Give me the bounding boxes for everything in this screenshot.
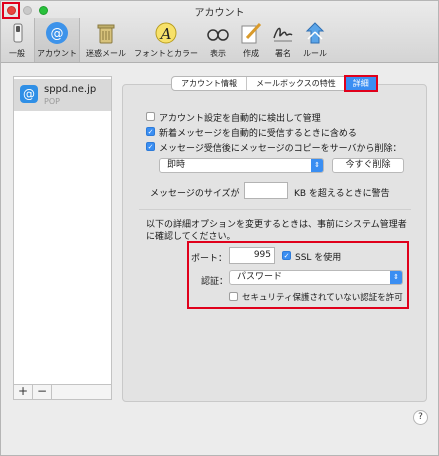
use-ssl-label: SSL を使用 [295,253,342,263]
toolbar-rules[interactable]: ルール [301,18,329,62]
chevron-updown-icon: ⇕ [311,159,323,172]
size-warning-suffix: KB を超えるときに警告 [294,189,390,199]
toolbar-viewing[interactable]: 表示 [205,18,231,62]
authentication-value: パスワード [237,272,283,282]
delete-now-button[interactable]: 今すぐ削除 [332,158,404,173]
rules-arrows-icon [302,20,328,46]
pencil-paper-icon [238,20,264,46]
toolbar-signatures[interactable]: 署名 [270,18,296,62]
account-tabs: アカウント情報 メールボックスの特性 詳細 [171,75,378,92]
glasses-icon [205,20,231,46]
account-type: POP [44,97,60,106]
toolbar-composing-label: 作成 [243,49,259,58]
accounts-preferences-window: アカウント 一般 @ アカウント 迷惑メール A フォントとカラー 表示 作成 … [0,0,439,456]
account-list-footer: + − [13,384,112,400]
toolbar-junk[interactable]: 迷惑メール [84,18,128,62]
toolbar-accounts[interactable]: @ アカウント [34,18,80,62]
svg-text:@: @ [51,27,64,42]
size-limit-input[interactable] [244,182,288,199]
toolbar-fonts-colors[interactable]: A フォントとカラー [130,18,202,62]
svg-text:A: A [159,25,172,43]
tab-mailbox-behaviors[interactable]: メールボックスの特性 [247,77,346,90]
delete-timing-value: 即時 [167,160,186,170]
advanced-note: 以下の詳細オプションを変更するときは、事前にシステム管理者に確認してください。 [146,220,407,242]
toolbar-general-label: 一般 [9,49,25,58]
port-input[interactable]: 995 [229,247,275,264]
at-sign-icon: @ [20,85,38,103]
authentication-label: 認証： [201,277,229,287]
signature-icon [270,20,296,46]
trash-can-icon [93,20,119,46]
toolbar-fonts-colors-label: フォントとカラー [134,49,198,58]
account-name: sppd.ne.jp [44,84,97,95]
toolbar-rules-label: ルール [303,49,327,58]
window-title: アカウント [194,8,245,19]
auto-detect-checkbox[interactable] [146,112,155,121]
toolbar-viewing-label: 表示 [210,49,226,58]
title-bar: アカウント 一般 @ アカウント 迷惑メール A フォントとカラー 表示 作成 … [1,1,438,63]
auto-detect-label: アカウント設定を自動的に検出して管理 [159,114,321,124]
size-warning-prefix: メッセージのサイズが [150,189,240,199]
use-ssl-checkbox[interactable]: ✓ [282,251,291,260]
account-list-item[interactable]: @ sppd.ne.jp POP [14,79,111,111]
account-list[interactable]: @ sppd.ne.jp POP [13,76,112,400]
toolbar-composing[interactable]: 作成 [238,18,264,62]
tab-account-info[interactable]: アカウント情報 [172,77,247,90]
add-account-button[interactable]: + [14,385,33,399]
toolbar-accounts-label: アカウント [37,49,77,58]
toolbar-general[interactable]: 一般 [5,18,29,62]
allow-insecure-auth-label: セキュリティ保護されていない認証を許可 [242,293,403,303]
chevron-updown-icon: ⇕ [390,271,402,284]
delete-copy-checkbox[interactable]: ✓ [146,142,155,151]
at-sign-icon: @ [44,20,70,46]
authentication-select[interactable]: パスワード ⇕ [229,270,403,285]
switch-icon [5,20,31,46]
allow-insecure-auth-checkbox[interactable] [229,292,238,301]
include-auto-receive-label: 新着メッセージを自動的に受信するときに含める [159,129,357,139]
help-button[interactable]: ? [413,410,428,425]
toolbar-signatures-label: 署名 [275,49,291,58]
remove-account-button[interactable]: − [33,385,52,399]
port-label: ポート： [191,254,228,264]
delete-copy-label: メッセージ受信後にメッセージのコピーをサーバから削除： [159,144,402,154]
include-auto-receive-checkbox[interactable]: ✓ [146,127,155,136]
section-divider [139,209,411,210]
font-a-icon: A [153,20,179,46]
delete-timing-select[interactable]: 即時 ⇕ [159,158,324,173]
tab-advanced[interactable]: 詳細 [343,75,378,92]
toolbar-junk-label: 迷惑メール [86,49,126,58]
